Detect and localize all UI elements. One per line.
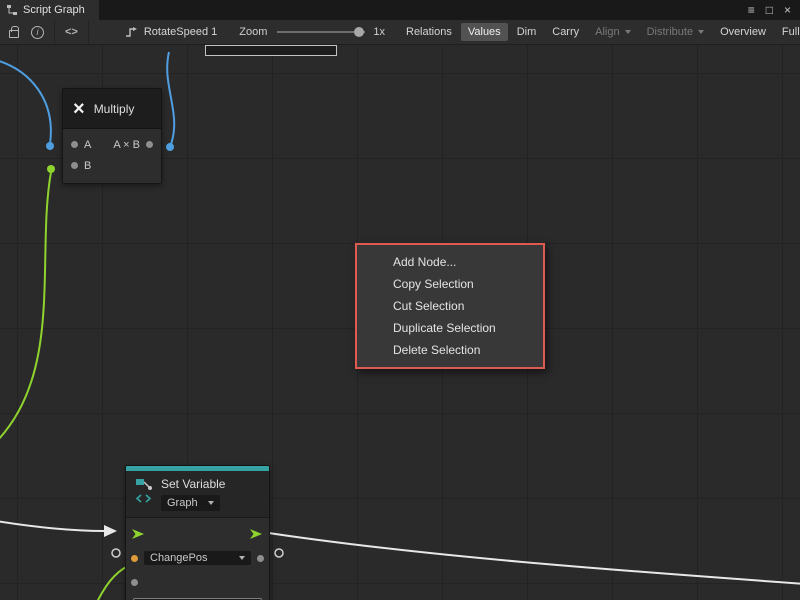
relations-button[interactable]: Relations: [399, 23, 459, 41]
menu-item-delete-selection[interactable]: Delete Selection: [357, 339, 543, 361]
caret-down-icon: [625, 30, 631, 34]
caret-down-icon: [208, 501, 214, 505]
fullscreen-button[interactable]: Full Screen: [775, 23, 800, 41]
zoom-label: Zoom: [239, 26, 267, 38]
multiply-node-title: Multiply: [94, 102, 135, 116]
port-a-input[interactable]: [71, 141, 78, 148]
overview-button[interactable]: Overview: [713, 23, 773, 41]
extra-port-row: [131, 574, 264, 590]
set-variable-icon: [134, 477, 154, 505]
zoom-slider-knob[interactable]: [354, 27, 364, 37]
window-controls: ≡ □ ×: [748, 0, 800, 20]
graph-breadcrumb-label: RotateSpeed 1: [144, 26, 217, 38]
port-a-label: A: [84, 139, 91, 151]
set-variable-title: Set Variable: [161, 477, 225, 491]
flow-row: [131, 526, 264, 542]
close-icon[interactable]: ×: [784, 4, 791, 16]
align-dropdown[interactable]: Align: [588, 23, 637, 41]
variable-input-port[interactable]: [131, 555, 138, 562]
empty-dropdown-field[interactable]: [205, 45, 337, 56]
maximize-icon[interactable]: □: [766, 4, 773, 16]
carry-button[interactable]: Carry: [545, 23, 586, 41]
menu-item-copy-selection[interactable]: Copy Selection: [357, 273, 543, 295]
menu-item-cut-selection[interactable]: Cut Selection: [357, 295, 543, 317]
zoom-value: 1x: [373, 26, 385, 38]
port-row: A A × B: [63, 134, 161, 155]
extra-input-port[interactable]: [131, 579, 138, 586]
dim-button[interactable]: Dim: [510, 23, 544, 41]
graph-breadcrumb[interactable]: RotateSpeed 1: [125, 26, 217, 38]
toolbar-divider: [54, 20, 55, 45]
script-graph-icon: [6, 4, 18, 16]
menu-item-add-node[interactable]: Add Node...: [357, 251, 543, 273]
multiply-node-header[interactable]: × Multiply: [63, 89, 161, 129]
variable-output-port[interactable]: [257, 555, 264, 562]
toolbar-divider: [88, 20, 89, 45]
zoom-slider[interactable]: [277, 31, 365, 33]
port-out-output[interactable]: [146, 141, 153, 148]
context-menu: Add Node... Copy Selection Cut Selection…: [355, 243, 545, 369]
port-row: B: [63, 155, 161, 176]
port-out-label: A × B: [113, 139, 140, 151]
script-graph-unit-icon: [125, 26, 138, 38]
flow-output-port[interactable]: [249, 528, 264, 540]
menu-item-duplicate-selection[interactable]: Duplicate Selection: [357, 317, 543, 339]
multiply-node[interactable]: × Multiply A A × B B: [62, 88, 162, 184]
variable-scope-label: Graph: [167, 497, 198, 509]
variable-row: ChangePos: [131, 550, 264, 566]
variable-name-dropdown[interactable]: ChangePos: [144, 551, 251, 565]
code-icon[interactable]: <>: [65, 26, 78, 38]
multiply-node-body: A A × B B: [63, 129, 161, 183]
flow-input-port[interactable]: [131, 528, 146, 540]
lock-icon[interactable]: [9, 30, 19, 38]
port-b-input[interactable]: [71, 162, 78, 169]
set-variable-body: ChangePos: [126, 518, 269, 600]
set-variable-header[interactable]: Set Variable Graph: [126, 471, 269, 518]
menu-icon[interactable]: ≡: [748, 4, 755, 16]
distribute-dropdown[interactable]: Distribute: [640, 23, 711, 41]
caret-down-icon: [698, 30, 704, 34]
caret-down-icon: [239, 556, 245, 560]
graph-toolbar: i <> RotateSpeed 1 Zoom 1x Relations Val…: [0, 20, 800, 45]
port-b-label: B: [84, 160, 91, 172]
tab-label: Script Graph: [23, 4, 85, 16]
titlebar: Script Graph ≡ □ ×: [0, 0, 800, 20]
set-variable-node[interactable]: Set Variable Graph ChangePos: [125, 465, 270, 600]
multiply-icon: ×: [73, 99, 85, 119]
tab-script-graph[interactable]: Script Graph: [0, 0, 99, 20]
values-button[interactable]: Values: [461, 23, 508, 41]
variable-name-label: ChangePos: [150, 552, 208, 564]
variable-scope-dropdown[interactable]: Graph: [161, 495, 220, 511]
info-icon[interactable]: i: [31, 26, 44, 39]
